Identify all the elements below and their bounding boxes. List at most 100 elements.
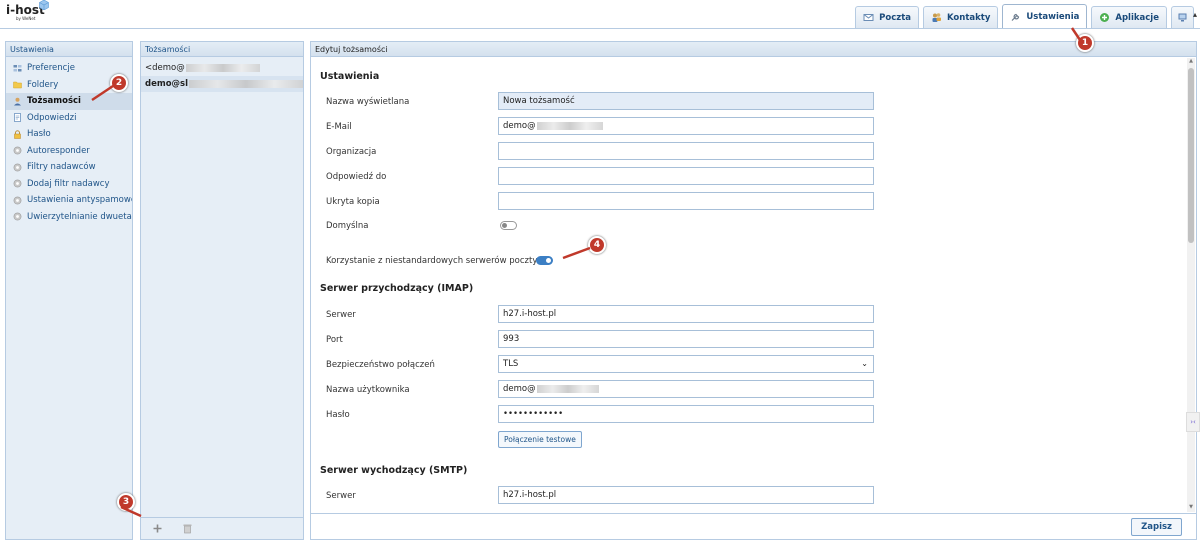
redacted-text	[185, 64, 260, 72]
annotation-badge: 4	[588, 236, 606, 254]
custom-servers-label: Korzystanie z niestandardowych serwerów …	[326, 256, 538, 266]
bcc-field[interactable]	[498, 192, 874, 210]
imap-user-value: demo@	[503, 384, 536, 394]
sidebar-item-preferences[interactable]: Preferencje	[6, 60, 132, 77]
edit-panel-title: Edytuj tożsamości	[311, 42, 1196, 57]
sidebar-item-label: Ustawienia antyspamowe	[27, 195, 132, 206]
tab-contacts-label: Kontakty	[947, 12, 991, 23]
gear-icon	[13, 163, 22, 172]
sidebar-item-label: Autoresponder	[27, 145, 90, 156]
annotation-badge: 3	[117, 493, 135, 511]
monitor-icon	[1178, 13, 1187, 22]
collapse-arrow-icon[interactable]: ▴	[1193, 10, 1197, 19]
gear-icon	[13, 179, 22, 188]
sidebar-item-antispam[interactable]: Ustawienia antyspamowe	[6, 192, 132, 209]
imap-port-field[interactable]: 993	[498, 330, 874, 348]
person-icon	[14, 97, 21, 106]
main-tabs: Poczta Kontakty Ustawienia Aplikacje	[855, 4, 1194, 28]
identities-toolbar	[141, 517, 303, 539]
sidebar-item-add-sender-filter[interactable]: Dodaj filtr nadawcy	[6, 176, 132, 193]
tab-apps-label: Aplikacje	[1115, 12, 1159, 23]
sidebar-item-autoresponder[interactable]: Autoresponder	[6, 143, 132, 160]
lock-icon	[14, 130, 21, 139]
save-button[interactable]: Zapisz	[1131, 518, 1182, 536]
top-bar: i-host by WeNet Poczta Kontakty Ustawien…	[0, 0, 1200, 29]
bcc-label: Ukryta kopia	[326, 197, 380, 207]
default-toggle[interactable]	[500, 221, 517, 230]
scroll-up-icon[interactable]: ▲	[1187, 58, 1195, 66]
sidebar-item-label: Preferencje	[27, 63, 75, 74]
organization-label: Organizacja	[326, 147, 377, 157]
section-imap-title: Serwer przychodzący (IMAP)	[320, 283, 474, 294]
custom-servers-toggle[interactable]	[536, 256, 553, 265]
scroll-down-icon[interactable]: ▼	[1187, 504, 1195, 512]
tab-mail[interactable]: Poczta	[855, 6, 919, 28]
cube-icon	[39, 0, 49, 10]
edit-identity-panel: Edytuj tożsamości Ustawienia Nazwa wyświ…	[310, 41, 1197, 540]
scroll-thumb[interactable]	[1188, 68, 1194, 243]
email-field[interactable]: demo@	[498, 117, 874, 135]
smtp-server-field[interactable]: h27.i-host.pl	[498, 486, 874, 504]
sidebar-item-label: Odpowiedzi	[27, 112, 77, 123]
annotation-badge: 2	[110, 74, 128, 92]
tab-monitor[interactable]	[1171, 6, 1194, 28]
organization-field[interactable]	[498, 142, 874, 160]
sidebar-item-label: Foldery	[27, 79, 59, 90]
imap-user-field[interactable]: demo@	[498, 380, 874, 398]
identity-label: <demo@	[145, 63, 185, 73]
gear-icon	[13, 212, 22, 221]
sidebar-item-label: Uwierzytelnianie dwuetapo	[27, 211, 132, 222]
app-logo-sub: by WeNet	[16, 16, 36, 21]
reply-to-label: Odpowiedź do	[326, 172, 387, 182]
tab-settings-label: Ustawienia	[1026, 11, 1080, 22]
toggle-knob	[502, 223, 507, 228]
add-identity-icon[interactable]	[152, 523, 163, 534]
email-label: E-Mail	[326, 122, 352, 132]
sidebar-item-label: Filtry nadawców	[27, 162, 96, 173]
sidebar-item-two-factor[interactable]: Uwierzytelnianie dwuetapo	[6, 209, 132, 226]
imap-port-label: Port	[326, 335, 343, 345]
imap-server-label: Serwer	[326, 310, 356, 320]
settings-panel-title: Ustawienia	[6, 42, 132, 57]
identity-label: demo@sl	[145, 79, 189, 89]
section-settings-title: Ustawienia	[320, 71, 380, 82]
identity-form: Ustawienia Nazwa wyświetlana Nowa tożsam…	[311, 58, 1186, 512]
imap-security-select[interactable]: TLS ⌄	[498, 355, 874, 373]
preferences-icon	[13, 64, 22, 72]
mail-icon	[863, 14, 874, 21]
email-field-value: demo@	[503, 121, 536, 131]
tab-mail-label: Poczta	[879, 12, 911, 23]
folder-icon	[13, 82, 22, 89]
toggle-knob	[546, 258, 551, 263]
side-panel-handle-icon[interactable]: ›‹	[1186, 412, 1200, 432]
display-name-label: Nazwa wyświetlana	[326, 97, 410, 107]
tab-apps[interactable]: Aplikacje	[1091, 6, 1167, 28]
tab-settings[interactable]: Ustawienia	[1002, 4, 1088, 28]
annotation-badge: 1	[1076, 34, 1094, 52]
edit-panel-footer: Zapisz	[311, 513, 1196, 539]
form-scrollbar[interactable]: ▲ ▼	[1187, 58, 1195, 512]
display-name-field[interactable]: Nowa tożsamość	[498, 92, 874, 110]
reply-to-field[interactable]	[498, 167, 874, 185]
contacts-icon	[932, 13, 941, 22]
imap-security-value: TLS	[503, 359, 519, 369]
gear-icon	[13, 146, 22, 155]
tab-contacts[interactable]: Kontakty	[923, 6, 999, 28]
sidebar-item-label: Tożsamości	[27, 96, 81, 107]
wrench-icon	[1011, 13, 1020, 21]
identities-panel: Tożsamości <demo@ demo@sl	[140, 41, 304, 540]
sidebar-item-label: Hasło	[27, 129, 51, 140]
imap-password-field[interactable]: ••••••••••••	[498, 405, 874, 423]
imap-password-label: Hasło	[326, 410, 350, 420]
test-connection-button[interactable]: Połączenie testowe	[498, 431, 582, 448]
identity-list-item[interactable]: demo@sl	[141, 76, 303, 92]
sidebar-item-sender-filters[interactable]: Filtry nadawców	[6, 159, 132, 176]
sidebar-item-password[interactable]: Hasło	[6, 126, 132, 143]
imap-server-field[interactable]: h27.i-host.pl	[498, 305, 874, 323]
section-smtp-title: Serwer wychodzący (SMTP)	[320, 465, 468, 476]
sidebar-item-responses[interactable]: Odpowiedzi	[6, 110, 132, 127]
identity-list-item[interactable]: <demo@	[141, 60, 303, 76]
delete-identity-icon[interactable]	[182, 523, 193, 534]
document-icon	[14, 113, 21, 123]
sidebar-item-identities[interactable]: Tożsamości	[6, 93, 132, 110]
